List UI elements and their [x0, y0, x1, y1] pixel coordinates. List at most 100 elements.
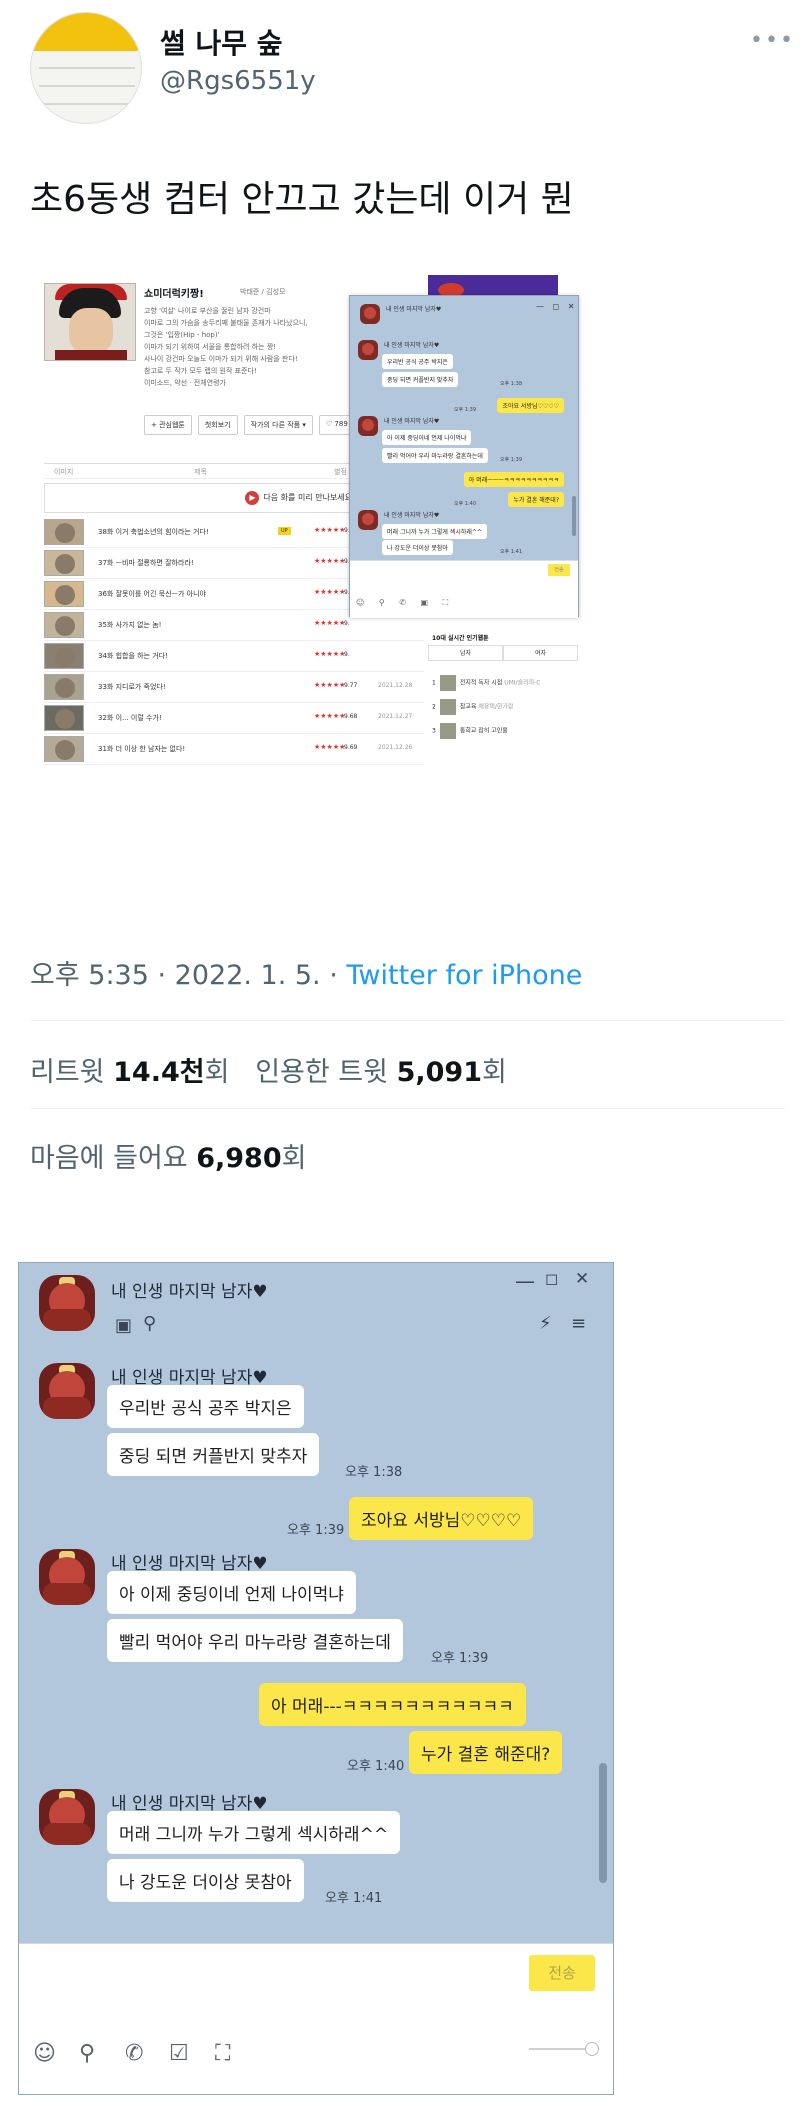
notification-off-icon[interactable]: ⚡ [539, 1313, 552, 1334]
tweet-stats: 리트윗 14.4천회 인용한 트윗 5,091회 [30, 1057, 507, 1088]
chat-input[interactable] [350, 560, 578, 618]
search-icon[interactable]: ⚲ [143, 1313, 156, 1334]
maximize-icon[interactable]: ◻ [545, 1269, 558, 1288]
drawer-icon[interactable]: ▣ [115, 1315, 132, 1336]
chat-message: 나 강도운 더이상 못참아 [382, 540, 453, 555]
scrollbar[interactable] [599, 1763, 607, 1883]
episode-thumbnail [44, 519, 84, 545]
retweet-count[interactable]: 14.4천 [113, 1057, 204, 1088]
minimize-icon[interactable]: — [515, 1269, 535, 1293]
chat-message: 우리반 공식 공주 박지은 [107, 1385, 304, 1428]
tweet-text: 초6동생 컴터 안끄고 갔는데 이거 뭔 [30, 179, 574, 220]
ranking-item[interactable]: 2 참교육 채용택/한가람 [432, 699, 513, 715]
opacity-slider[interactable] [529, 2042, 599, 2056]
quotes-label: 인용한 트윗 [255, 1057, 388, 1088]
episode-date: 2021.12.27 [378, 713, 413, 720]
tweet-image[interactable]: 쇼미더럭키짱! 박태준 / 김성모 고향 '여살' 나이로 부산을 꿇린 남자 … [44, 275, 779, 883]
episode-rating: 9.68 [344, 713, 358, 720]
attach-file-icon[interactable]: ⚲ [79, 2041, 95, 2066]
chat-message: 나 강도운 더이상 못참아 [107, 1859, 304, 1902]
ranking-title: 10대 실시간 인기웹툰 [432, 635, 489, 642]
message-input[interactable] [19, 1943, 613, 2094]
message-time: 오후 1:38 [345, 1465, 403, 1480]
ad-banner[interactable] [428, 275, 558, 297]
chat-avatar[interactable] [39, 1275, 95, 1331]
ranking-item[interactable]: 1 전지적 독자 시점 UMI/슬리피-C [432, 675, 541, 691]
up-badge: UP [278, 527, 291, 535]
chat-message: 빨리 먹어야 우리 마누라랑 결혼하는데 [107, 1619, 403, 1662]
chat-avatar [358, 510, 378, 530]
chat-message: 중딩 되면 커플반지 맞추자 [107, 1433, 320, 1476]
chat-title: 내 인생 마지막 남자♥ [386, 306, 442, 313]
profile-avatar[interactable] [30, 12, 142, 124]
schedule-icon[interactable]: ☑ [169, 2041, 189, 2066]
window-controls[interactable]: — ◻ ✕ [536, 302, 577, 311]
message-time: 오후 1:41 [325, 1891, 383, 1906]
favorite-webtoon-button[interactable]: + 관심웹툰 [144, 415, 192, 435]
my-message: 아 머래ㅡㅡㅡㅋㅋㅋㅋㅋㅋㅋㅋㅋㅋ [463, 472, 564, 487]
episode-title: 31화 더 이상 한 남자는 없다! [98, 745, 186, 753]
close-icon[interactable]: ✕ [575, 1269, 589, 1289]
message-time: 오후 1:39 [500, 457, 523, 463]
display-name[interactable]: 썰 나무 숲 [160, 22, 283, 62]
chat-avatar [358, 340, 378, 360]
user-handle[interactable]: @Rgs6551y [160, 66, 316, 96]
menu-icon[interactable]: ≡ [571, 1313, 586, 1334]
webtoon-title: 쇼미더럭키짱! [144, 289, 204, 300]
episode-title: 34화 힙합을 하는 거다! [98, 652, 168, 660]
chat-message: 빨리 먹어야 우리 마누라랑 결혼하는데 [382, 448, 488, 463]
webtoon-author: 박태준 / 김성모 [240, 288, 286, 296]
message-time: 오후 1:40 [454, 501, 477, 507]
like-count[interactable]: 6,980 [196, 1143, 281, 1174]
sender-name: 내 인생 마지막 남자♥ [384, 418, 440, 425]
episode-thumbnail [44, 705, 84, 731]
sender-avatar[interactable] [39, 1549, 95, 1605]
sender-avatar[interactable] [39, 1363, 95, 1419]
chat-message: 우리반 공식 공주 박지은 [382, 354, 453, 369]
chat-message: 아 이제 중딩이네 언제 나이먹냐 [107, 1571, 356, 1614]
episode-thumbnail [44, 612, 84, 638]
episode-stars: ★★★★★ [314, 712, 346, 720]
chat-title: 내 인생 마지막 남자♥ [111, 1282, 268, 1302]
episode-stars: ★★★★★ [314, 588, 346, 596]
message-time: 오후 1:39 [431, 1651, 489, 1666]
call-icon[interactable]: ✆ [125, 2041, 143, 2066]
episode-rating: 9.69 [344, 744, 358, 751]
tweet-timestamp: 오후 5:35 · 2022. 1. 5. · Twitter for iPho… [30, 960, 583, 991]
episode-title: 32화 이... 이럴 수가! [98, 714, 162, 722]
episode-stars: ★★★★★ [314, 681, 346, 689]
other-works-button[interactable]: 작가의 다른 작품 ▾ [243, 415, 313, 435]
sender-name: 내 인생 마지막 남자♥ [384, 512, 440, 519]
ranking-panel: 10대 실시간 인기웹툰 남자 여자 1 전지적 독자 시점 UMI/슬리피-C … [424, 615, 779, 883]
episode-rating: 9. [344, 651, 350, 658]
tweet-likes: 마음에 들어요 6,980회 [30, 1143, 307, 1174]
episode-rating: 9. [344, 620, 350, 627]
scrollbar[interactable] [572, 496, 576, 536]
ranking-item[interactable]: 3 통희교 잡히 고인물 [432, 723, 508, 739]
tweet-source-link[interactable]: Twitter for iPhone [346, 960, 582, 991]
episode-title: 33화 지디로가 죽었다! [98, 683, 166, 691]
ranking-tab-male[interactable]: 남자 [428, 645, 503, 661]
episode-stars: ★★★★★ [314, 650, 346, 658]
chat-toolbar-icons[interactable]: ☺ ⚲ ✆ ▣ ⛶ [356, 598, 454, 608]
episode-thumbnail [44, 643, 84, 669]
chat-avatar [358, 416, 378, 436]
sender-name: 내 인생 마지막 남자♥ [384, 342, 440, 349]
emoticon-icon[interactable]: ☺ [33, 2041, 56, 2066]
chat-message: 아 이제 중딩이네 언제 나이먹냐 [382, 430, 472, 445]
message-time: 오후 1:38 [500, 381, 523, 387]
capture-icon[interactable]: ⛶ [215, 2041, 230, 2066]
send-button[interactable]: 전송 [548, 564, 570, 576]
episode-rating: 9.77 [344, 682, 358, 689]
quote-count[interactable]: 5,091 [397, 1057, 482, 1088]
sender-avatar[interactable] [39, 1789, 95, 1845]
kakao-chat-window[interactable]: 내 인생 마지막 남자♥ — ◻ ✕ ▣ ⚲ ⚡ ≡ 내 인생 마지막 남자♥ … [18, 1262, 614, 2095]
first-episode-button[interactable]: 첫회보기 [197, 415, 238, 435]
episode-date: 2021.12.28 [378, 682, 413, 689]
episode-stars: ★★★★★ [314, 619, 346, 627]
more-options-icon[interactable]: ••• [750, 28, 795, 53]
send-button[interactable]: 전송 [529, 1955, 595, 1991]
episode-title: 35화 사가지 없는 놈! [98, 621, 162, 629]
episode-thumbnail [44, 736, 84, 762]
ranking-tab-female[interactable]: 여자 [503, 645, 578, 661]
